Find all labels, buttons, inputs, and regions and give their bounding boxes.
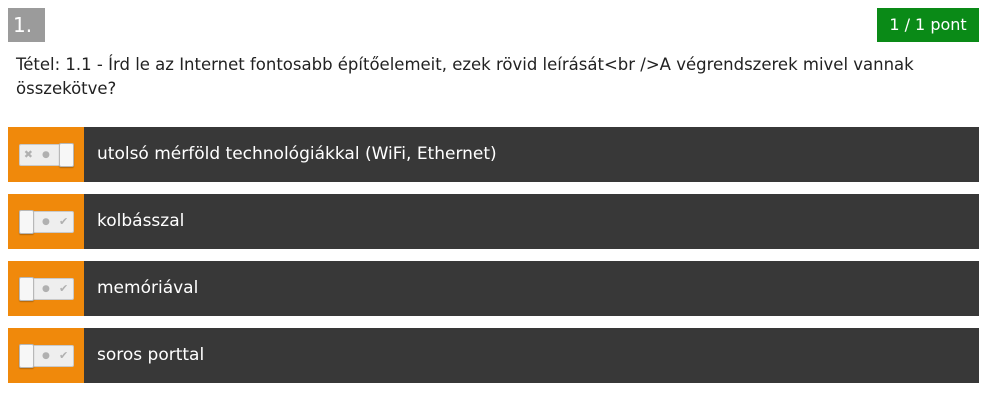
answer-toggle-area: ✖ ● ✔: [8, 328, 84, 383]
answer-list: ✖ ● ✔ utolsó mérföld technológiákkal (Wi…: [8, 127, 979, 395]
answer-toggle[interactable]: ✖ ● ✔: [18, 276, 74, 301]
dot-icon: ●: [42, 149, 50, 160]
answer-row: ✖ ● ✔ kolbásszal: [8, 194, 979, 249]
answer-row: ✖ ● ✔ memóriával: [8, 261, 979, 316]
answer-toggle-area: ✖ ● ✔: [8, 127, 84, 182]
answer-toggle[interactable]: ✖ ● ✔: [18, 142, 74, 167]
dot-icon: ●: [42, 216, 50, 227]
answer-toggle-area: ✖ ● ✔: [8, 261, 84, 316]
answer-toggle-area: ✖ ● ✔: [8, 194, 84, 249]
toggle-knob[interactable]: [18, 276, 34, 301]
answer-text: memóriával: [97, 278, 199, 298]
dot-icon: ●: [42, 350, 50, 361]
toggle-knob[interactable]: [58, 142, 74, 167]
toggle-knob[interactable]: [18, 343, 34, 368]
answer-text: kolbásszal: [97, 211, 185, 231]
answer-toggle[interactable]: ✖ ● ✔: [18, 209, 74, 234]
dot-icon: ●: [42, 283, 50, 294]
answer-text: soros porttal: [97, 345, 205, 365]
answer-toggle[interactable]: ✖ ● ✔: [18, 343, 74, 368]
check-icon: ✔: [59, 214, 69, 228]
cross-icon: ✖: [23, 147, 33, 161]
toggle-knob[interactable]: [18, 209, 34, 234]
check-icon: ✔: [59, 348, 69, 362]
answer-row: ✖ ● ✔ utolsó mérföld technológiákkal (Wi…: [8, 127, 979, 182]
question-number: 1.: [8, 8, 45, 42]
answer-text: utolsó mérföld technológiákkal (WiFi, Et…: [97, 144, 497, 164]
question-text: Tétel: 1.1 - Írd le az Internet fontosab…: [16, 55, 914, 98]
answer-row: ✖ ● ✔ soros porttal: [8, 328, 979, 383]
score-badge: 1 / 1 pont: [877, 8, 979, 42]
check-icon: ✔: [59, 281, 69, 295]
